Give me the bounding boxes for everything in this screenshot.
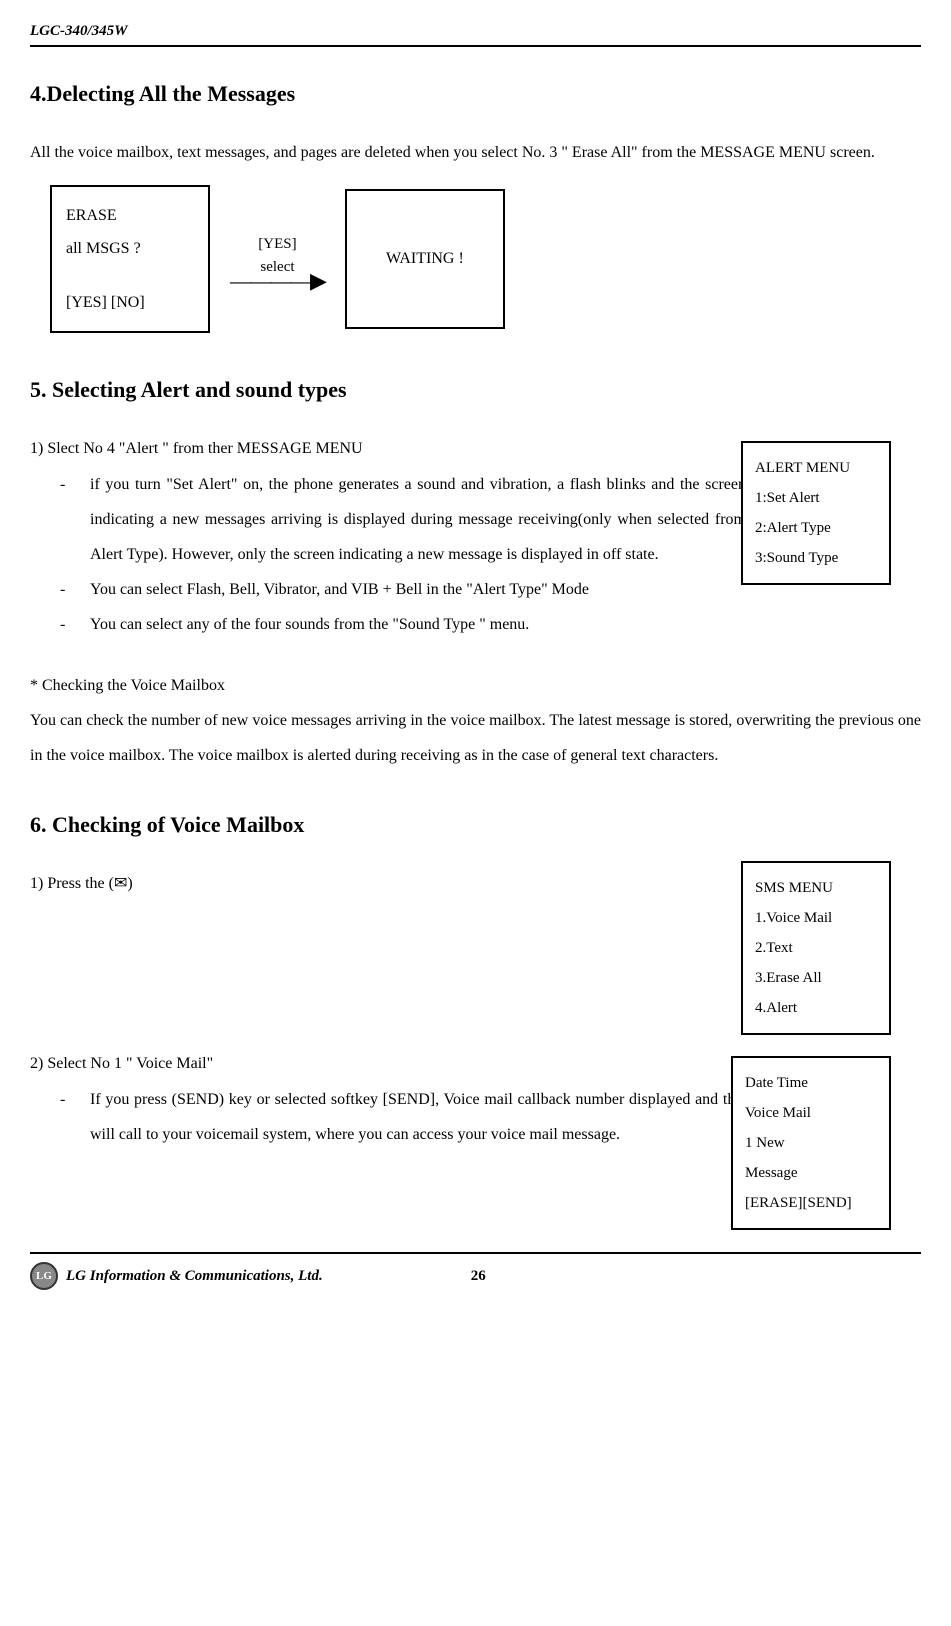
arrow-label-top: [YES] (258, 233, 296, 256)
section4-body: All the voice mailbox, text messages, an… (30, 135, 921, 170)
alert-menu-l3: 2:Alert Type (755, 513, 877, 543)
section5-bullet3: You can select any of the four sounds fr… (90, 607, 746, 642)
voicemail-box: Date Time Voice Mail 1 New Message [ERAS… (731, 1056, 891, 1230)
sms-l5: 4.Alert (755, 993, 877, 1023)
sms-l4: 3.Erase All (755, 963, 877, 993)
dash-icon: - (60, 467, 90, 573)
vm-l4: Message (745, 1158, 877, 1188)
waiting-text: WAITING ! (386, 242, 464, 276)
section5-title: 5. Selecting Alert and sound types (30, 373, 921, 406)
sms-l1: SMS MENU (755, 873, 877, 903)
section5-bullet1: if you turn "Set Alert" on, the phone ge… (90, 467, 746, 573)
erase-confirm-box: ERASE all MSGS ? [YES] [NO] (50, 185, 210, 334)
alert-menu-box: ALERT MENU 1:Set Alert 2:Alert Type 3:So… (741, 441, 891, 585)
erase-line1: ERASE (66, 199, 194, 233)
section6-item2: 2) Select No 1 " Voice Mail" (30, 1046, 746, 1081)
arrow-icon: ————▶ (230, 278, 325, 285)
lg-logo-icon: LG (30, 1262, 58, 1290)
section4-title: 4.Delecting All the Messages (30, 77, 921, 110)
sms-menu-box: SMS MENU 1.Voice Mail 2.Text 3.Erase All… (741, 861, 891, 1035)
footer-company: LG Information & Communications, Ltd. (66, 1265, 323, 1288)
vm-l3: 1 New (745, 1128, 877, 1158)
section5-bullet2: You can select Flash, Bell, Vibrator, an… (90, 572, 746, 607)
header-model: LGC-340/345W (30, 20, 921, 47)
alert-menu-l4: 3:Sound Type (755, 543, 877, 573)
dash-icon: - (60, 607, 90, 642)
dash-icon: - (60, 572, 90, 607)
vm-l5: [ERASE][SEND] (745, 1188, 877, 1218)
footer: LG LG Information & Communications, Ltd.… (30, 1252, 921, 1290)
section6-bullet1: If you press (SEND) key or selected soft… (90, 1082, 746, 1152)
vm-l1: Date Time (745, 1068, 877, 1098)
dash-icon: - (60, 1082, 90, 1152)
alert-menu-l1: ALERT MENU (755, 453, 877, 483)
checking-note-body: You can check the number of new voice me… (30, 703, 921, 773)
page-number: 26 (471, 1265, 486, 1288)
alert-menu-l2: 1:Set Alert (755, 483, 877, 513)
erase-diagram: ERASE all MSGS ? [YES] [NO] [YES] select… (50, 185, 921, 334)
sms-l2: 1.Voice Mail (755, 903, 877, 933)
erase-line3: [YES] [NO] (66, 286, 194, 320)
section5-item1: 1) Slect No 4 "Alert " from ther MESSAGE… (30, 431, 746, 466)
section6-title: 6. Checking of Voice Mailbox (30, 808, 921, 841)
waiting-box: WAITING ! (345, 189, 505, 329)
erase-line2: all MSGS ? (66, 232, 194, 266)
sms-l3: 2.Text (755, 933, 877, 963)
checking-note-title: * Checking the Voice Mailbox (30, 668, 921, 703)
vm-l2: Voice Mail (745, 1098, 877, 1128)
arrow-group: [YES] select ————▶ (230, 233, 325, 285)
